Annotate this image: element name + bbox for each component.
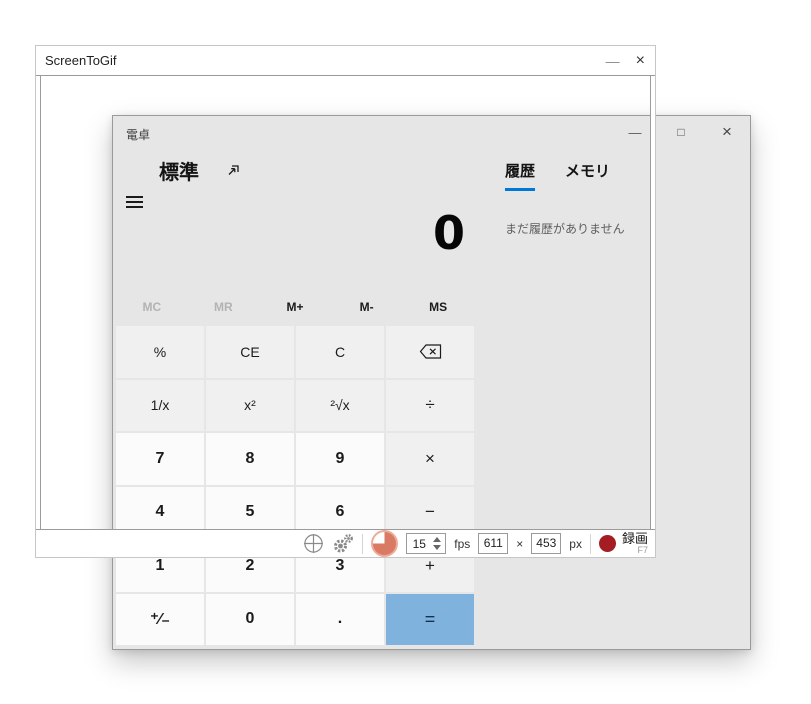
settings-gears-icon[interactable] [332, 533, 354, 555]
toolbar-separator [362, 533, 364, 554]
record-shortcut: F7 [637, 545, 648, 555]
record-button-text: 録画 F7 [622, 532, 648, 555]
record-dot-icon [598, 535, 616, 552]
screentogif-frame-middle [36, 76, 655, 529]
recording-area [41, 76, 650, 529]
screentogif-close-button[interactable]: × [636, 52, 645, 70]
fps-label: fps [454, 536, 471, 551]
screentogif-window-controls: — × [606, 46, 645, 76]
crosshair-icon[interactable] [303, 533, 324, 554]
record-delay-pie-icon[interactable] [371, 530, 399, 557]
desktop: 電卓 — □ × 標準 履歴 メモリ まだ履歴がありません 0 MC MR M+… [0, 0, 811, 704]
record-label: 録画 [621, 531, 648, 546]
fps-increase-arrow[interactable] [433, 537, 442, 542]
width-input[interactable]: 611 [478, 533, 509, 554]
negate-key[interactable]: ⁺⁄₋ [116, 593, 204, 645]
dimension-separator: × [516, 536, 524, 551]
fps-decrease-arrow[interactable] [433, 545, 442, 550]
decimal-key[interactable]: . [296, 593, 384, 645]
fps-spinner-arrows [431, 537, 445, 550]
toolbar-separator [589, 533, 591, 554]
screentogif-minimize-button[interactable]: — [606, 53, 620, 69]
fps-spinner[interactable]: 15 [406, 533, 447, 554]
frame-right-edge[interactable] [650, 76, 655, 529]
calculator-close-button[interactable]: × [704, 116, 750, 148]
equals-key[interactable]: = [386, 593, 474, 645]
calculator-maximize-button[interactable]: □ [658, 116, 704, 148]
screentogif-title: ScreenToGif [45, 53, 117, 68]
px-label: px [569, 536, 582, 551]
height-input[interactable]: 453 [531, 533, 562, 554]
fps-input[interactable]: 15 [407, 537, 431, 551]
screentogif-titlebar: ScreenToGif — × [36, 46, 655, 76]
screentogif-toolbar: 15 fps 611 × 453 px 録画 F7 [36, 529, 655, 557]
digit-0-key[interactable]: 0 [206, 593, 294, 645]
record-button[interactable]: 録画 F7 [598, 532, 648, 555]
screentogif-window: ScreenToGif — × 15 fps 611 × 453 px 録画 F… [35, 45, 656, 558]
